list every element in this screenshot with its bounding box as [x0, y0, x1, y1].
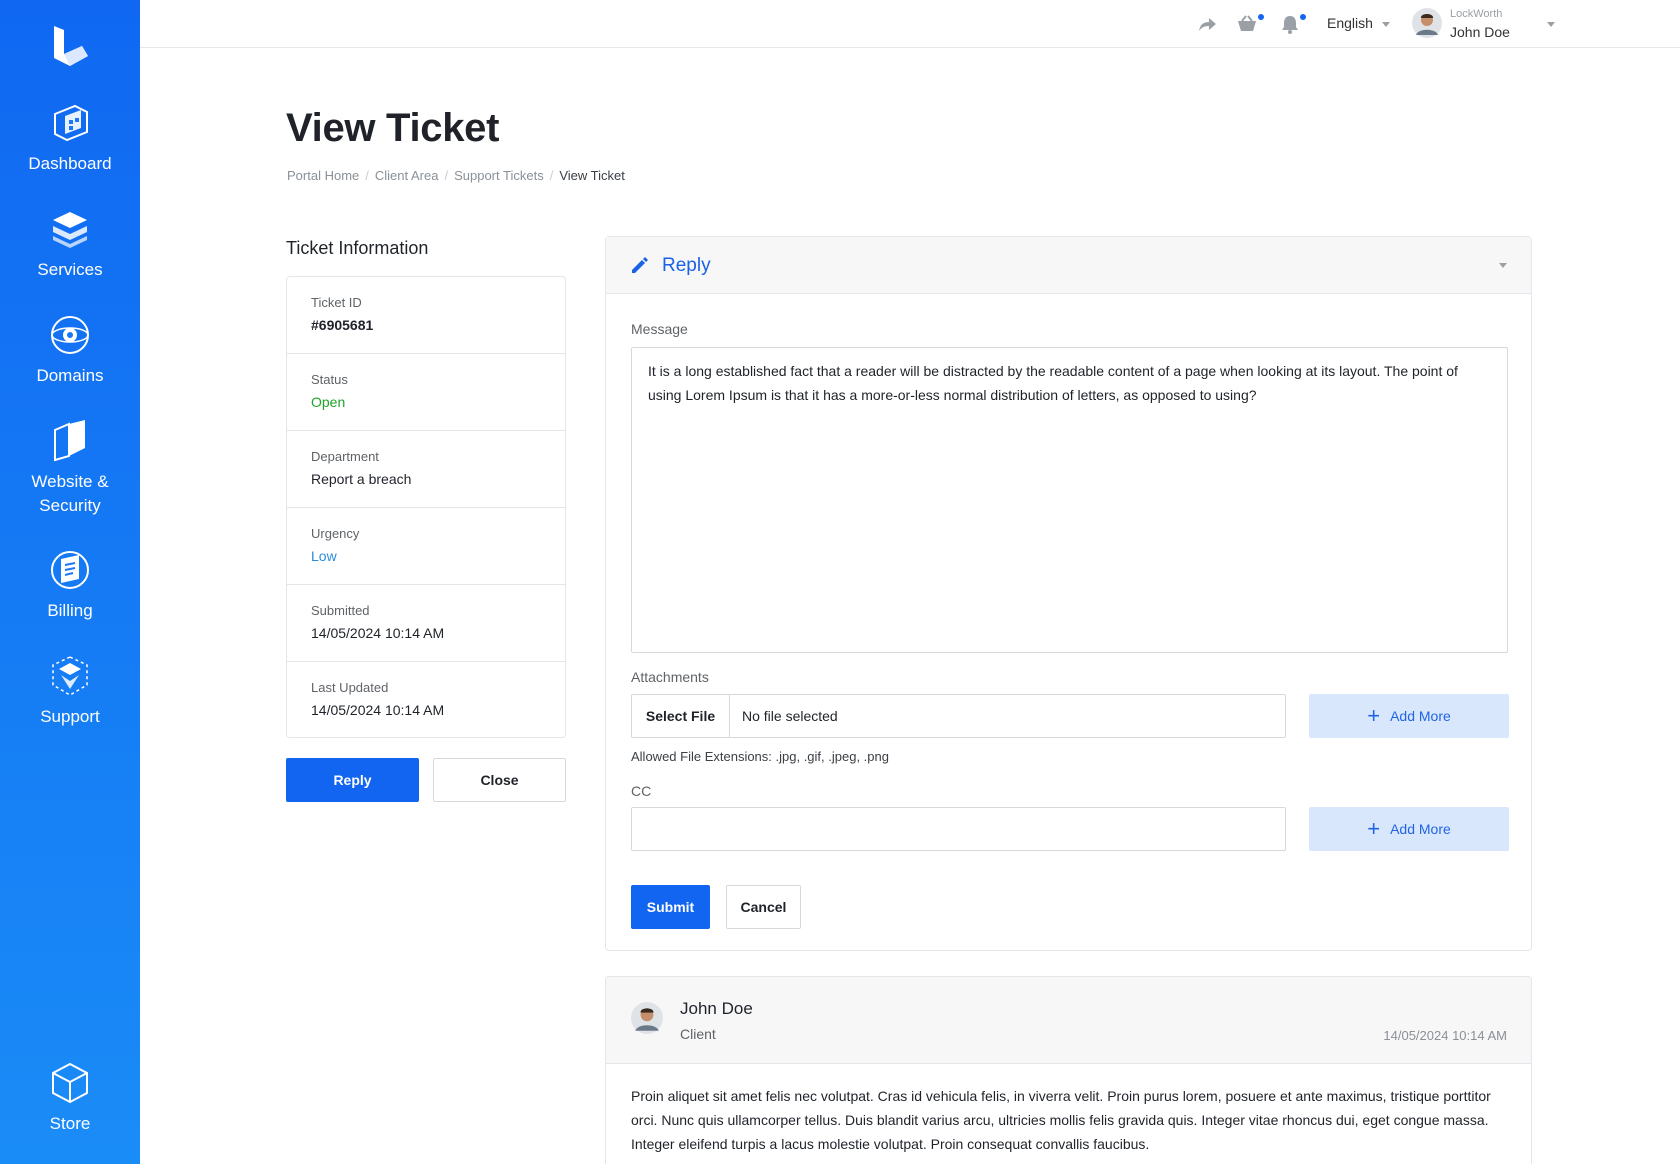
plus-icon: +: [1367, 703, 1381, 728]
urgency-label: Urgency: [311, 526, 360, 541]
last-updated-value: 14/05/2024 10:14 AM: [311, 702, 445, 718]
urgency-row: Urgency Low: [287, 508, 565, 585]
ticket-id-row: Ticket ID #6905681: [287, 277, 565, 354]
ticket-info-card: Ticket ID #6905681 Status Open Departmen…: [286, 276, 566, 738]
message-author-role: Client: [680, 1026, 716, 1042]
breadcrumb: Portal Home / Client Area / Support Tickets /…: [287, 168, 625, 183]
sidebar-item-label: Support: [40, 707, 100, 726]
sidebar-item-store[interactable]: Store: [0, 1060, 140, 1136]
cc-input[interactable]: [631, 807, 1286, 851]
sidebar-item-domains[interactable]: Domains: [0, 312, 140, 388]
department-row: Department Report a breach: [287, 431, 565, 508]
billing-icon: [51, 551, 89, 589]
reply-panel: Reply Message It is a long established f…: [605, 236, 1532, 951]
breadcrumb-separator: /: [549, 168, 554, 183]
sidebar-item-label: Services: [37, 260, 103, 279]
breadcrumb-separator: /: [444, 168, 449, 183]
cc-label: CC: [631, 783, 652, 799]
last-updated-row: Last Updated 14/05/2024 10:14 AM: [287, 662, 565, 739]
sidebar-item-label: Domains: [36, 366, 104, 385]
basket-icon[interactable]: [1236, 13, 1258, 35]
message-author: John Doe: [680, 999, 753, 1018]
allowed-extensions-text: Allowed File Extensions: .jpg, .gif, .jp…: [631, 749, 889, 764]
support-icon: [52, 656, 88, 696]
brand-logo[interactable]: [50, 24, 90, 68]
bell-icon[interactable]: [1279, 13, 1301, 35]
sidebar-item-website-security[interactable]: Website & Security: [0, 418, 140, 518]
pencil-icon: [632, 257, 648, 273]
sidebar-item-label: Website &: [31, 472, 109, 491]
message-textarea[interactable]: It is a long established fact that a rea…: [631, 347, 1508, 653]
breadcrumb-support-tickets[interactable]: Support Tickets: [454, 168, 544, 183]
reply-panel-title: Reply: [662, 255, 711, 276]
last-updated-label: Last Updated: [311, 680, 389, 695]
add-more-label: Add More: [1390, 821, 1451, 837]
topbar: English LockWorth John Doe: [140, 0, 1680, 48]
submitted-label: Submitted: [311, 603, 370, 618]
cancel-button[interactable]: Cancel: [726, 885, 801, 929]
ticket-info-heading: Ticket Information: [286, 238, 429, 258]
message-body: Proin aliquet sit amet felis nec volutpa…: [631, 1088, 1491, 1152]
submit-button[interactable]: Submit: [631, 885, 710, 929]
message-timestamp: 14/05/2024 10:14 AM: [1383, 1028, 1507, 1043]
file-status-text: No file selected: [742, 708, 838, 724]
dashboard-icon: [54, 104, 88, 142]
domains-icon: [51, 316, 89, 354]
sidebar-item-label: Dashboard: [28, 154, 112, 173]
chevron-down-icon: [1499, 263, 1507, 268]
language-label: English: [1327, 15, 1373, 31]
sidebar-item-dashboard[interactable]: Dashboard: [0, 100, 140, 176]
language-selector[interactable]: English: [1327, 15, 1390, 31]
notification-badge-dot: [1300, 14, 1306, 20]
chevron-down-icon: [1547, 22, 1555, 27]
submitted-row: Submitted 14/05/2024 10:14 AM: [287, 585, 565, 662]
ticket-id-label: Ticket ID: [311, 295, 362, 310]
reply-button[interactable]: Reply: [286, 758, 419, 802]
status-row: Status Open: [287, 354, 565, 431]
submitted-value: 14/05/2024 10:14 AM: [311, 625, 445, 641]
department-label: Department: [311, 449, 379, 464]
urgency-value: Low: [311, 548, 337, 564]
sidebar-item-services[interactable]: Services: [0, 206, 140, 282]
avatar: [1412, 8, 1442, 38]
add-more-cc-button[interactable]: + Add More: [1309, 807, 1509, 851]
breadcrumb-current: View Ticket: [559, 168, 625, 183]
sidebar-item-label-line2: Security: [39, 496, 101, 515]
avatar: [631, 1002, 663, 1034]
ticket-message: John Doe Client 14/05/2024 10:14 AM Proi…: [605, 976, 1532, 1164]
department-value: Report a breach: [311, 471, 412, 487]
chevron-down-icon: [1381, 21, 1390, 27]
breadcrumb-separator: /: [365, 168, 369, 183]
page-title: View Ticket: [286, 106, 500, 150]
plus-icon: +: [1367, 816, 1381, 841]
attachments-label: Attachments: [631, 669, 709, 685]
close-ticket-button[interactable]: Close: [433, 758, 566, 802]
share-icon[interactable]: [1197, 13, 1219, 35]
reply-panel-header[interactable]: Reply: [606, 237, 1531, 294]
store-icon: [52, 1062, 88, 1104]
ticket-message-header: John Doe Client 14/05/2024 10:14 AM: [606, 977, 1531, 1064]
attachment-file-input[interactable]: Select File No file selected: [631, 694, 1286, 738]
sidebar: Dashboard Services Domains Website & Sec…: [0, 0, 140, 1164]
add-more-attachments-button[interactable]: + Add More: [1309, 694, 1509, 738]
message-label: Message: [631, 321, 688, 337]
basket-badge-dot: [1258, 14, 1264, 20]
add-more-label: Add More: [1390, 708, 1451, 724]
sidebar-item-label: Store: [49, 1114, 91, 1133]
company-name: LockWorth: [1450, 8, 1503, 20]
breadcrumb-portal-home[interactable]: Portal Home: [287, 168, 359, 183]
select-file-button[interactable]: Select File: [632, 695, 730, 737]
sidebar-item-billing[interactable]: Billing: [0, 547, 140, 623]
services-icon: [53, 212, 87, 248]
sidebar-item-support[interactable]: Support: [0, 653, 140, 729]
ticket-id-value: #6905681: [311, 317, 374, 333]
breadcrumb-client-area[interactable]: Client Area: [375, 168, 439, 183]
user-name: John Doe: [1450, 24, 1510, 40]
sidebar-item-label: Billing: [47, 601, 93, 620]
website-security-icon: [54, 420, 85, 462]
status-value: Open: [311, 394, 346, 410]
status-label: Status: [311, 372, 348, 387]
